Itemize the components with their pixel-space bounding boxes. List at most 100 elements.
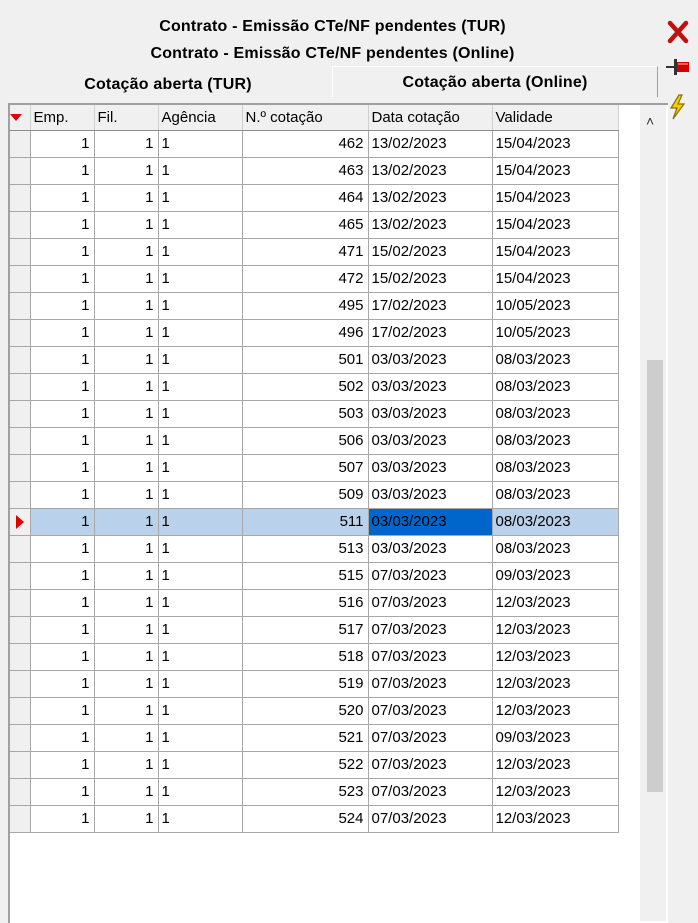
table-row[interactable]: 1 1 1 507 03/03/2023 08/03/2023 [10,454,619,482]
cell-agencia[interactable]: 1 [158,643,243,671]
cell-validade[interactable]: 12/03/2023 [492,697,619,725]
cell-agencia[interactable]: 1 [158,616,243,644]
cell-agencia[interactable]: 1 [158,400,243,428]
cell-cotacao[interactable]: 496 [242,319,369,347]
cell-agencia[interactable]: 1 [158,292,243,320]
cell-validade[interactable]: 08/03/2023 [492,481,619,509]
table-row[interactable]: 1 1 1 521 07/03/2023 09/03/2023 [10,724,619,752]
cell-data-cotacao[interactable]: 07/03/2023 [368,751,493,779]
cell-fil[interactable]: 1 [94,724,159,752]
column-header-validade[interactable]: Validade [492,105,619,131]
row-indicator[interactable] [10,508,31,536]
cell-fil[interactable]: 1 [94,751,159,779]
cell-agencia[interactable]: 1 [158,589,243,617]
cell-agencia[interactable]: 1 [158,238,243,266]
row-indicator[interactable] [10,778,31,806]
table-row[interactable]: 1 1 1 463 13/02/2023 15/04/2023 [10,157,619,185]
cell-fil[interactable]: 1 [94,481,159,509]
table-row[interactable]: 1 1 1 501 03/03/2023 08/03/2023 [10,346,619,374]
cell-cotacao[interactable]: 472 [242,265,369,293]
cell-data-cotacao[interactable]: 03/03/2023 [368,373,493,401]
row-indicator[interactable] [10,805,31,833]
cell-emp[interactable]: 1 [30,130,95,158]
table-row[interactable]: 1 1 1 513 03/03/2023 08/03/2023 [10,535,619,563]
cell-agencia[interactable]: 1 [158,265,243,293]
row-indicator[interactable] [10,562,31,590]
cell-emp[interactable]: 1 [30,265,95,293]
row-indicator[interactable] [10,616,31,644]
cell-agencia[interactable]: 1 [158,157,243,185]
table-row[interactable]: 1 1 1 524 07/03/2023 12/03/2023 [10,805,619,833]
cell-fil[interactable]: 1 [94,211,159,239]
cell-validade[interactable]: 12/03/2023 [492,616,619,644]
row-indicator[interactable] [10,130,31,158]
cell-cotacao[interactable]: 519 [242,670,369,698]
row-indicator[interactable] [10,211,31,239]
cell-emp[interactable]: 1 [30,481,95,509]
table-row[interactable]: 1 1 1 517 07/03/2023 12/03/2023 [10,616,619,644]
column-header-emp[interactable]: Emp. [30,105,95,131]
table-row[interactable]: 1 1 1 509 03/03/2023 08/03/2023 [10,481,619,509]
column-header-fil[interactable]: Fil. [94,105,159,131]
table-row[interactable]: 1 1 1 502 03/03/2023 08/03/2023 [10,373,619,401]
cell-validade[interactable]: 12/03/2023 [492,670,619,698]
table-row[interactable]: 1 1 1 523 07/03/2023 12/03/2023 [10,778,619,806]
cell-validade[interactable]: 08/03/2023 [492,346,619,374]
cell-fil[interactable]: 1 [94,697,159,725]
cell-data-cotacao[interactable]: 13/02/2023 [368,157,493,185]
cell-fil[interactable]: 1 [94,319,159,347]
cell-data-cotacao[interactable]: 07/03/2023 [368,778,493,806]
cell-agencia[interactable]: 1 [158,319,243,347]
column-header-data-cotacao[interactable]: Data cotação [368,105,493,131]
cell-validade[interactable]: 15/04/2023 [492,184,619,212]
cell-data-cotacao[interactable]: 03/03/2023 [368,535,493,563]
cell-fil[interactable]: 1 [94,535,159,563]
cell-fil[interactable]: 1 [94,454,159,482]
cell-cotacao[interactable]: 462 [242,130,369,158]
cell-emp[interactable]: 1 [30,373,95,401]
cell-emp[interactable]: 1 [30,211,95,239]
cell-data-cotacao[interactable]: 03/03/2023 [368,454,493,482]
cell-emp[interactable]: 1 [30,562,95,590]
cell-agencia[interactable]: 1 [158,670,243,698]
table-row[interactable]: 1 1 1 465 13/02/2023 15/04/2023 [10,211,619,239]
cell-fil[interactable]: 1 [94,346,159,374]
row-indicator[interactable] [10,373,31,401]
cell-validade[interactable]: 12/03/2023 [492,778,619,806]
cell-cotacao[interactable]: 507 [242,454,369,482]
cell-cotacao[interactable]: 463 [242,157,369,185]
cell-data-cotacao[interactable]: 17/02/2023 [368,319,493,347]
row-indicator[interactable] [10,670,31,698]
cell-emp[interactable]: 1 [30,643,95,671]
cell-data-cotacao[interactable]: 07/03/2023 [368,805,493,833]
cell-emp[interactable]: 1 [30,778,95,806]
table-row[interactable]: 1 1 1 522 07/03/2023 12/03/2023 [10,751,619,779]
cell-agencia[interactable]: 1 [158,130,243,158]
tab-cotacao-online[interactable]: Cotação aberta (Online) [332,66,658,97]
cell-emp[interactable]: 1 [30,427,95,455]
cell-emp[interactable]: 1 [30,454,95,482]
cell-fil[interactable]: 1 [94,184,159,212]
cell-emp[interactable]: 1 [30,292,95,320]
row-indicator[interactable] [10,535,31,563]
cell-emp[interactable]: 1 [30,697,95,725]
row-indicator[interactable] [10,751,31,779]
cell-agencia[interactable]: 1 [158,535,243,563]
cell-emp[interactable]: 1 [30,400,95,428]
cell-fil[interactable]: 1 [94,589,159,617]
cell-data-cotacao[interactable]: 03/03/2023 [368,400,493,428]
cell-cotacao[interactable]: 517 [242,616,369,644]
table-row[interactable]: 1 1 1 516 07/03/2023 12/03/2023 [10,589,619,617]
cell-agencia[interactable]: 1 [158,373,243,401]
table-row[interactable]: 1 1 1 511 03/03/2023 08/03/2023 [10,508,619,536]
cell-emp[interactable]: 1 [30,724,95,752]
cell-validade[interactable]: 15/04/2023 [492,157,619,185]
cell-data-cotacao[interactable]: 15/02/2023 [368,238,493,266]
cell-validade[interactable]: 12/03/2023 [492,589,619,617]
cell-validade[interactable]: 12/03/2023 [492,805,619,833]
cell-agencia[interactable]: 1 [158,562,243,590]
cell-emp[interactable]: 1 [30,670,95,698]
cell-validade[interactable]: 08/03/2023 [492,373,619,401]
cell-fil[interactable]: 1 [94,805,159,833]
cell-data-cotacao[interactable]: 03/03/2023 [368,427,493,455]
